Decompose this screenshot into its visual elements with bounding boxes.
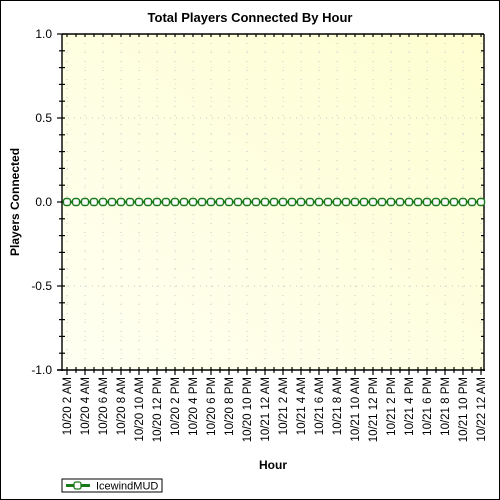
x-tick-label: 10/20 4 PM (188, 377, 200, 436)
data-point (197, 197, 207, 207)
data-point (269, 197, 279, 207)
x-tick-label: 10/21 8 PM (440, 377, 452, 436)
data-point (116, 197, 126, 207)
data-point (287, 197, 297, 207)
data-point (359, 197, 369, 207)
data-point (242, 197, 252, 207)
data-point (179, 197, 189, 207)
series-group (62, 197, 486, 207)
y-tick-label: -0.5 (31, 279, 52, 293)
x-axis-title: Hour (259, 458, 287, 472)
x-tick-label: 10/20 8 AM (116, 377, 128, 435)
data-point (296, 197, 306, 207)
data-point (404, 197, 414, 207)
legend-marker-icon (73, 481, 82, 490)
x-tick-label: 10/21 6 PM (422, 377, 434, 436)
y-tick-label: 0.0 (35, 195, 52, 209)
x-tick-label: 10/20 2 AM (62, 377, 74, 435)
x-tick-label: 10/21 8 AM (332, 377, 344, 435)
data-point (233, 197, 243, 207)
legend: IcewindMUD (61, 478, 163, 493)
x-tick-label: 10/21 2 PM (386, 377, 398, 436)
data-point (350, 197, 360, 207)
y-tick-label: 0.5 (35, 111, 52, 125)
x-tick-label: 10/20 6 PM (206, 377, 218, 436)
x-tick-label: 10/21 6 AM (314, 377, 326, 435)
legend-label: IcewindMUD (96, 481, 158, 493)
data-point (161, 197, 171, 207)
y-tick-label: 1.0 (35, 27, 52, 41)
y-tick-label: -1.0 (31, 363, 52, 377)
data-point (368, 197, 378, 207)
x-tick-label: 10/21 10 PM (458, 377, 470, 442)
x-tick-label: 10/21 2 AM (278, 377, 290, 435)
data-point (206, 197, 216, 207)
data-point (152, 197, 162, 207)
x-tick-label: 10/20 10 AM (134, 377, 146, 442)
x-tick-label: 10/22 12 AM (476, 377, 488, 442)
data-point (305, 197, 315, 207)
x-tick-label: 10/21 12 AM (260, 377, 272, 442)
data-point (143, 197, 153, 207)
data-point (422, 197, 432, 207)
y-axis-title: Players Connected (8, 148, 22, 256)
data-point (224, 197, 234, 207)
x-tick-label: 10/21 10 AM (350, 377, 362, 442)
x-tick-label: 10/20 8 PM (224, 377, 236, 436)
data-point (314, 197, 324, 207)
data-point (386, 197, 396, 207)
x-tick-label: 10/20 2 PM (170, 377, 182, 436)
data-point (170, 197, 180, 207)
data-point (107, 197, 117, 207)
data-point (449, 197, 459, 207)
x-tick-label: 10/21 4 PM (404, 377, 416, 436)
x-tick-label: 10/20 6 AM (98, 377, 110, 435)
data-point (476, 197, 486, 207)
data-point (260, 197, 270, 207)
data-point (440, 197, 450, 207)
data-point (377, 197, 387, 207)
data-point (134, 197, 144, 207)
data-point (323, 197, 333, 207)
data-point (71, 197, 81, 207)
x-tick-label: 10/20 4 AM (80, 377, 92, 435)
data-point (413, 197, 423, 207)
data-point (125, 197, 135, 207)
data-point (215, 197, 225, 207)
x-tick-label: 10/21 4 AM (296, 377, 308, 435)
data-point (188, 197, 198, 207)
data-point (458, 197, 468, 207)
data-point (89, 197, 99, 207)
data-point (467, 197, 477, 207)
chart: Total Players Connected By Hour 1.0 0.5 0.… (8, 10, 488, 493)
data-point (98, 197, 108, 207)
data-point (341, 197, 351, 207)
data-point (251, 197, 261, 207)
data-point (395, 197, 405, 207)
data-point (62, 197, 72, 207)
x-tick-label: 10/20 12 PM (152, 377, 164, 442)
data-point (431, 197, 441, 207)
data-point (278, 197, 288, 207)
data-point (80, 197, 90, 207)
x-tick-label: 10/21 12 PM (368, 377, 380, 442)
data-point (332, 197, 342, 207)
x-tick-label: 10/20 10 PM (242, 377, 254, 442)
chart-title: Total Players Connected By Hour (148, 10, 353, 25)
